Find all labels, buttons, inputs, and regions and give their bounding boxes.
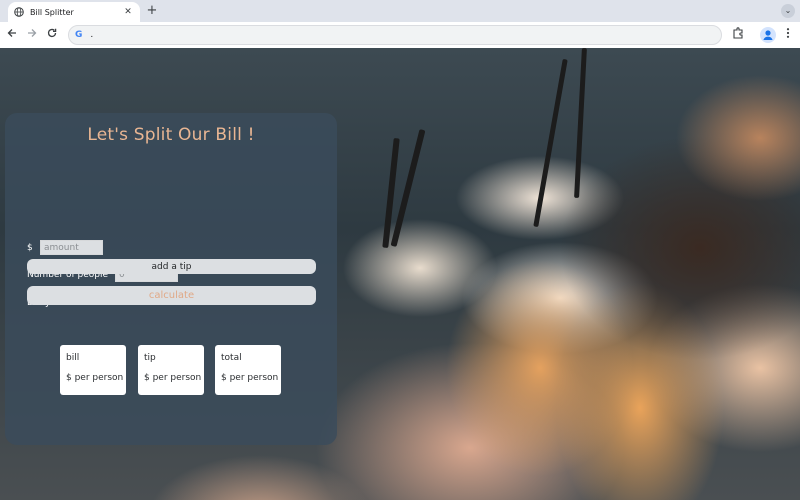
- total-result-label: total: [221, 353, 242, 363]
- reload-icon[interactable]: [45, 27, 59, 43]
- globe-icon: [14, 7, 24, 17]
- bill-result-label: bill: [66, 353, 80, 363]
- total-result-box: total $ per person: [215, 345, 281, 395]
- browser-chrome: Bill Splitter ✕ + ⌄ G .: [0, 0, 800, 48]
- tip-result-value: $ per person: [144, 373, 202, 383]
- kebab-menu-icon[interactable]: [780, 27, 796, 43]
- tab-strip: Bill Splitter ✕ + ⌄: [0, 0, 800, 22]
- amount-input[interactable]: [40, 240, 103, 255]
- straw-tall-left: [533, 58, 568, 228]
- new-tab-button[interactable]: +: [145, 3, 159, 19]
- total-result-value: $ per person: [221, 373, 279, 383]
- dollar-prefix: $: [27, 243, 33, 253]
- add-tip-button[interactable]: add a tip: [27, 259, 316, 274]
- page-title: Let's Split Our Bill !: [87, 125, 255, 145]
- tip-result-label: tip: [144, 353, 156, 363]
- tab-close-icon[interactable]: ✕: [122, 7, 134, 17]
- straw-tall-right: [574, 48, 587, 199]
- bill-result-box: bill $ per person: [60, 345, 126, 395]
- profile-icon[interactable]: [760, 27, 776, 43]
- bill-splitter-card: Let's Split Our Bill ! $ Number of peopl…: [5, 113, 337, 445]
- calculate-button[interactable]: calculate: [27, 286, 316, 305]
- page-viewport: Let's Split Our Bill ! $ Number of peopl…: [0, 48, 800, 500]
- tab-search-icon[interactable]: ⌄: [781, 4, 795, 18]
- address-bar[interactable]: G .: [68, 25, 722, 45]
- tab-title: Bill Splitter: [30, 7, 74, 17]
- tab-bill-splitter[interactable]: Bill Splitter ✕: [8, 2, 140, 22]
- puzzle-icon[interactable]: [730, 27, 746, 43]
- browser-toolbar: G .: [0, 22, 800, 48]
- back-arrow-icon[interactable]: [5, 27, 19, 43]
- tip-result-box: tip $ per person: [138, 345, 204, 395]
- google-icon: G: [75, 30, 83, 40]
- address-text: .: [90, 30, 94, 40]
- forward-arrow-icon[interactable]: [25, 27, 39, 43]
- bill-result-value: $ per person: [66, 373, 124, 383]
